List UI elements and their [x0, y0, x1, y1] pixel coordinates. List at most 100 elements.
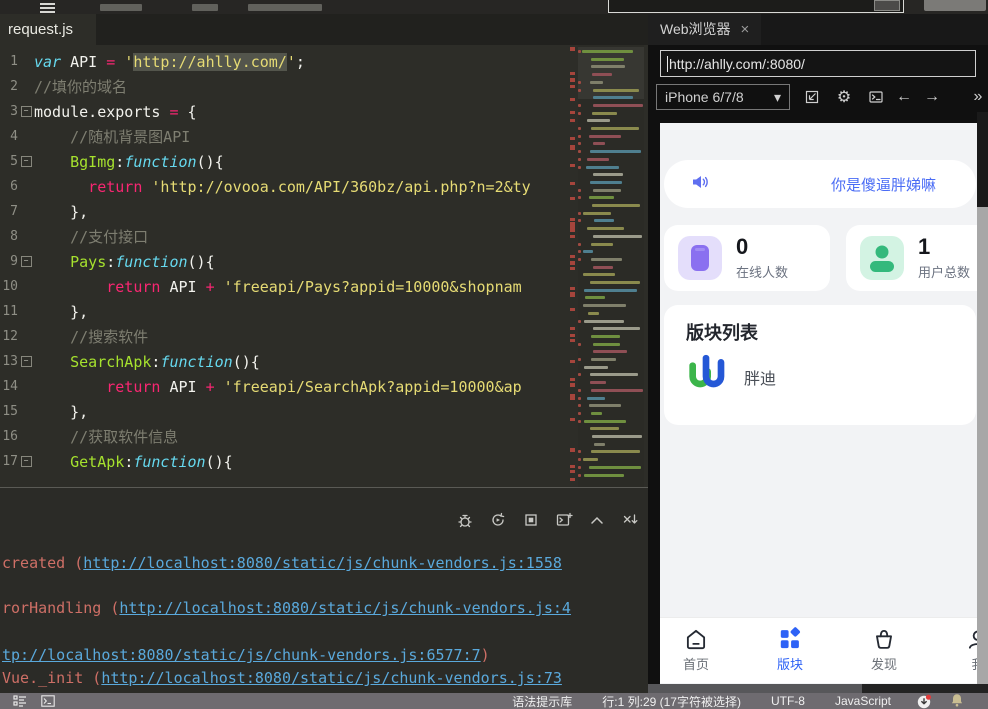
minimap-line [591, 243, 613, 246]
fold-column[interactable]: − [18, 456, 34, 467]
minimap-mark [578, 212, 581, 215]
back-icon[interactable]: ← [894, 87, 914, 107]
url-input[interactable]: http://ahlly.com/:8080/ [660, 50, 976, 77]
fold-toggle-icon[interactable]: − [21, 256, 32, 267]
new-terminal-icon[interactable] [554, 510, 574, 530]
stop-icon[interactable] [521, 510, 541, 530]
run-button[interactable] [924, 0, 986, 11]
minimap-line [593, 89, 639, 92]
minimap-line [593, 350, 628, 353]
bell-icon[interactable] [950, 693, 964, 709]
tab-request-js[interactable]: request.js [0, 14, 96, 45]
fold-toggle-icon[interactable]: − [21, 356, 32, 367]
minimap-line [587, 158, 609, 161]
toolbar-search-input[interactable] [608, 0, 904, 13]
code-line[interactable]: 2//填你的域名 [0, 74, 576, 99]
code-line[interactable]: 4 //随机背景图API [0, 124, 576, 149]
code-line[interactable]: 11 }, [0, 299, 576, 324]
terminal-icon[interactable] [866, 87, 886, 107]
nav-item-me[interactable]: 我 [938, 626, 978, 673]
minimap-line [584, 474, 624, 477]
board-logo-icon [686, 351, 726, 402]
line-number: 17 [0, 454, 18, 469]
ruler-mark [570, 267, 575, 270]
search-option-button[interactable] [874, 0, 900, 11]
error-text: Vue._init ( [2, 669, 101, 687]
fold-column[interactable]: − [18, 156, 34, 167]
menu-icon[interactable] [40, 3, 55, 12]
fold-toggle-icon[interactable]: − [21, 156, 32, 167]
device-select[interactable]: iPhone 6/7/8 ▾ [656, 84, 790, 110]
board-item[interactable]: 胖迪 [686, 351, 776, 402]
line-number: 8 [0, 229, 18, 244]
code-text: //支付接口 [34, 226, 148, 247]
fold-column[interactable]: − [18, 356, 34, 367]
minimap-line [584, 320, 624, 323]
fold-column[interactable]: − [18, 106, 34, 117]
terminal-icon[interactable] [40, 694, 56, 708]
scrollbar-thumb[interactable] [977, 112, 988, 207]
update-download-icon[interactable] [917, 694, 932, 709]
outline-icon[interactable] [12, 694, 28, 708]
minimap-mark [578, 450, 581, 453]
status-item[interactable]: JavaScript [835, 694, 891, 708]
notice-banner[interactable]: 你是傻逼胖娣嘛 [664, 160, 976, 208]
code-line[interactable]: 16 //获取软件信息 [0, 424, 576, 449]
collapse-icon[interactable] [587, 510, 607, 530]
minimap-line [587, 119, 610, 122]
code-text: //获取软件信息 [34, 426, 178, 447]
fold-toggle-icon[interactable]: − [21, 106, 32, 117]
code-line[interactable]: 8 //支付接口 [0, 224, 576, 249]
code-editor[interactable]: 1var API = 'http://ahlly.com/';2//填你的域名3… [0, 45, 648, 487]
debug-icon[interactable] [455, 510, 475, 530]
ruler-mark [570, 378, 575, 381]
minimap-mark [578, 135, 581, 138]
gear-icon[interactable]: ⚙ [834, 87, 854, 107]
restart-icon[interactable] [488, 510, 508, 530]
line-number: 7 [0, 204, 18, 219]
code-text: module.exports = { [34, 103, 197, 121]
code-line[interactable]: 5− BgImg:function(){ [0, 149, 576, 174]
ruler-mark [570, 197, 575, 200]
code-line[interactable]: 10 return API + 'freeapi/Pays?appid=1000… [0, 274, 576, 299]
stack-trace-link[interactable]: http://localhost:8080/static/js/chunk-ve… [119, 599, 571, 617]
vertical-scrollbar[interactable] [977, 112, 988, 684]
minimap-mark [578, 343, 581, 346]
tab-web-browser[interactable]: Web浏览器 × [648, 14, 761, 45]
stat-card: 0在线人数 [664, 225, 830, 291]
status-item[interactable]: UTF-8 [771, 694, 805, 708]
code-line[interactable]: 15 }, [0, 399, 576, 424]
minimap[interactable] [578, 45, 644, 487]
fold-toggle-icon[interactable]: − [21, 456, 32, 467]
code-line[interactable]: 7 }, [0, 199, 576, 224]
nav-item-discover[interactable]: 发现 [844, 626, 924, 673]
minimap-mark [578, 373, 581, 376]
code-line[interactable]: 6 return 'http://ovooa.com/API/360bz/api… [0, 174, 576, 199]
close-icon[interactable]: × [741, 14, 750, 45]
nav-item-home[interactable]: 首页 [660, 626, 736, 673]
open-external-icon[interactable] [802, 87, 822, 107]
code-line[interactable]: 14 return API + 'freeapi/SearchApk?appid… [0, 374, 576, 399]
code-line[interactable]: 1var API = 'http://ahlly.com/'; [0, 49, 576, 74]
stack-trace-link[interactable]: http://localhost:8080/static/js/chunk-ve… [83, 554, 562, 572]
code-line[interactable]: 12 //搜索软件 [0, 324, 576, 349]
code-line[interactable]: 9− Pays:function(){ [0, 249, 576, 274]
status-item[interactable]: 语法提示库 [512, 693, 572, 709]
line-number: 5 [0, 154, 18, 169]
clear-console-icon[interactable] [620, 510, 640, 530]
minimap-mark [578, 404, 581, 407]
ruler-mark [570, 111, 575, 114]
status-item[interactable]: 行:1 列:29 (17字符被选择) [602, 693, 741, 709]
stack-trace-link[interactable]: http://localhost:8080/static/js/chunk-ve… [101, 669, 562, 687]
forward-icon[interactable]: → [922, 87, 942, 107]
more-tools-icon[interactable]: » [968, 87, 988, 107]
fold-column[interactable]: − [18, 256, 34, 267]
nav-item-grid[interactable]: 版块 [750, 626, 830, 673]
code-line[interactable]: 17− GetApk:function(){ [0, 449, 576, 474]
minimap-mark [578, 166, 581, 169]
code-line[interactable]: 13− SearchApk:function(){ [0, 349, 576, 374]
code-line[interactable]: 3−module.exports = { [0, 99, 576, 124]
stat-label: 用户总数 [918, 262, 970, 281]
stack-trace-link[interactable]: tp://localhost:8080/static/js/chunk-vend… [2, 646, 481, 664]
minimap-line [589, 404, 621, 407]
